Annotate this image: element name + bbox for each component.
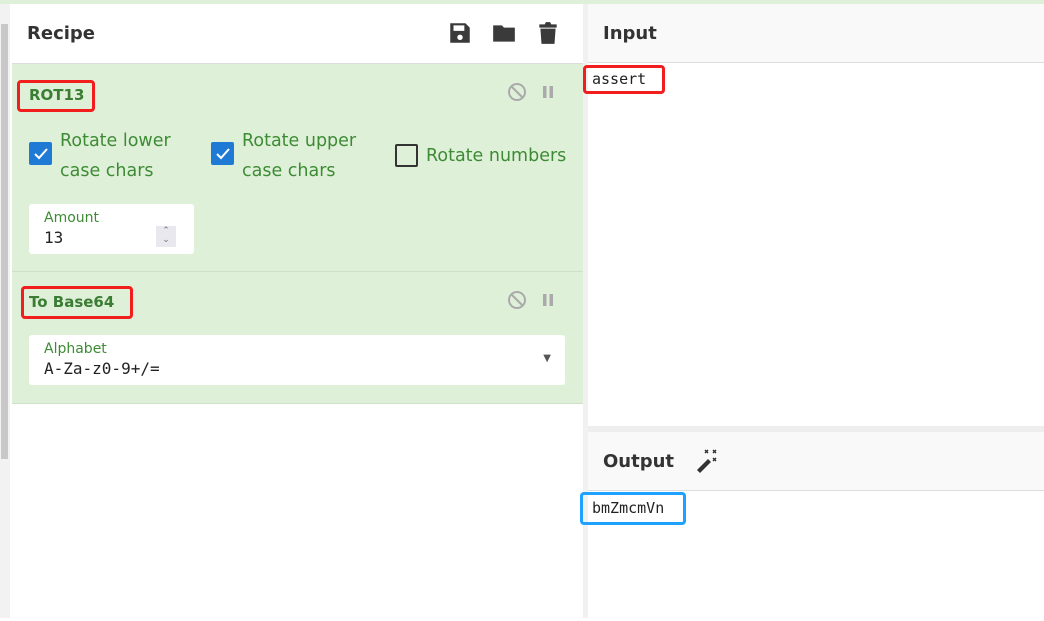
checkbox-label: case chars (242, 161, 336, 181)
output-header: Output (588, 432, 1044, 491)
recipe-title: Recipe (27, 23, 96, 44)
checkbox-unchecked-icon[interactable] (395, 144, 418, 167)
magic-wand-icon[interactable] (694, 448, 720, 474)
disable-icon[interactable] (507, 290, 527, 310)
disable-icon[interactable] (507, 82, 527, 102)
checkbox-label: case chars (60, 161, 154, 181)
left-scrollbar[interactable] (0, 4, 10, 618)
recipe-panel: Recipe ROT13 Rotate lower case chars Rota… (12, 4, 583, 618)
operation-title: To Base64 (29, 293, 115, 311)
folder-icon[interactable] (491, 20, 517, 46)
checkbox-label: Rotate upper (242, 131, 357, 151)
checkbox-rotate-lower[interactable]: Rotate lower case chars (29, 126, 171, 186)
dropdown-caret-icon[interactable]: ▼ (543, 353, 551, 364)
checkbox-rotate-numbers[interactable]: Rotate numbers (395, 144, 566, 168)
amount-field[interactable]: Amount 13 ⌃ ⌄ (29, 204, 194, 254)
save-icon[interactable] (447, 20, 473, 46)
alphabet-value[interactable]: A-Za-z0-9+/= (44, 359, 160, 378)
output-area[interactable]: bmZmcmVn (580, 491, 1044, 621)
output-title: Output (603, 450, 675, 472)
pause-icon[interactable] (541, 292, 555, 308)
input-textarea[interactable]: assert (583, 63, 1044, 426)
output-text: bmZmcmVn (592, 499, 665, 517)
recipe-header: Recipe (12, 4, 583, 64)
input-title: Input (603, 22, 657, 44)
alphabet-select[interactable]: Alphabet A-Za-z0-9+/= ▼ (29, 335, 565, 385)
scrollbar-thumb[interactable] (1, 24, 8, 459)
checkbox-rotate-upper[interactable]: Rotate upper case chars (211, 126, 356, 186)
input-text: assert (592, 70, 647, 88)
input-header: Input (588, 4, 1044, 63)
io-panel: Input assert Output bmZmcmVn (580, 4, 1044, 621)
checkbox-checked-icon[interactable] (29, 142, 52, 165)
operation-title: ROT13 (29, 86, 85, 104)
checkbox-checked-icon[interactable] (211, 142, 234, 165)
operation-rot13[interactable]: ROT13 Rotate lower case chars Rotate uppe… (12, 64, 583, 272)
checkbox-label: Rotate lower (60, 131, 171, 151)
checkbox-label: Rotate numbers (426, 146, 567, 166)
alphabet-label: Alphabet (44, 341, 107, 357)
amount-stepper[interactable]: ⌃ ⌄ (156, 226, 176, 247)
amount-input[interactable]: 13 (44, 228, 63, 247)
pause-icon[interactable] (541, 84, 555, 100)
amount-label: Amount (44, 210, 100, 226)
trash-icon[interactable] (535, 20, 561, 46)
operation-to-base64[interactable]: To Base64 Alphabet A-Za-z0-9+/= ▼ (12, 272, 583, 404)
